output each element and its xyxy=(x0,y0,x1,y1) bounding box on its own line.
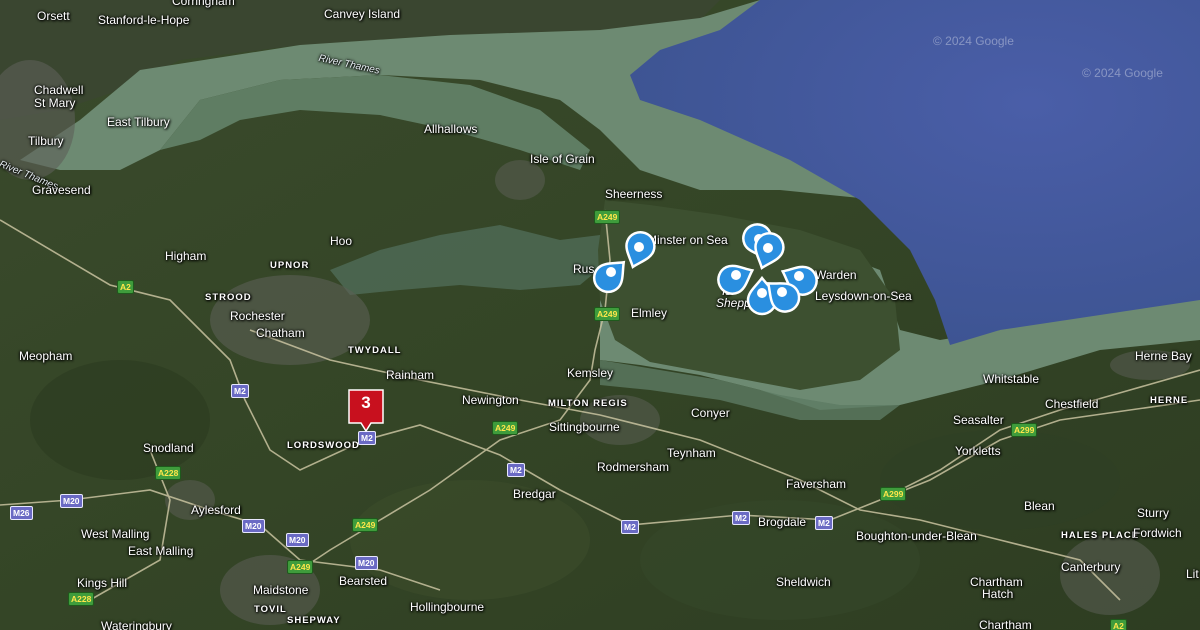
place-label: Warden xyxy=(815,268,857,282)
place-label: Lit xyxy=(1186,567,1199,581)
road-shield: A249 xyxy=(492,421,519,435)
road-shield: M2 xyxy=(507,463,525,477)
place-label: Kings Hill xyxy=(77,576,128,590)
place-label: Sittingbourne xyxy=(549,420,620,434)
place-label: Yorkletts xyxy=(955,444,1001,458)
road-shield: M20 xyxy=(242,519,265,533)
place-label: SHEPWAY xyxy=(287,615,341,626)
road-shield: A2 xyxy=(1110,619,1127,630)
place-label: STROOD xyxy=(205,292,252,303)
road-shield: M2 xyxy=(358,431,376,445)
road-shield: M2 xyxy=(621,520,639,534)
place-label: Kemsley xyxy=(567,366,614,380)
place-label: Allhallows xyxy=(424,122,478,136)
road-shield: M2 xyxy=(815,516,833,530)
road-shield: M20 xyxy=(286,533,309,547)
place-label: Blean xyxy=(1024,499,1055,513)
satellite-map[interactable]: © 2024 Google © 2024 Google River Thames… xyxy=(0,0,1200,630)
place-label: Orsett xyxy=(37,9,70,23)
place-label: Meopham xyxy=(19,349,73,363)
place-label: Fordwich xyxy=(1133,526,1182,540)
place-label: Snodland xyxy=(143,441,194,455)
place-label: Sheerness xyxy=(605,187,663,201)
place-label: TWYDALL xyxy=(348,345,402,356)
place-label: Higham xyxy=(165,249,207,263)
place-label: MILTON REGIS xyxy=(548,398,628,409)
place-label: East Malling xyxy=(128,544,194,558)
place-label: East Tilbury xyxy=(107,115,170,129)
place-label: Rainham xyxy=(386,368,435,382)
place-label: UPNOR xyxy=(270,260,310,271)
place-label: Wateringbury xyxy=(101,619,172,630)
place-label: Corringham xyxy=(172,0,235,8)
map-pin-icon[interactable] xyxy=(762,275,802,315)
road-shield: A249 xyxy=(594,210,621,224)
place-label: Herne Bay xyxy=(1135,349,1192,363)
place-label: Chartham xyxy=(979,618,1032,630)
road-shield: A249 xyxy=(594,307,621,321)
place-label: Seasalter xyxy=(953,413,1004,427)
place-label: Stanford-le-Hope xyxy=(98,13,190,27)
road-shield: M2 xyxy=(231,384,249,398)
place-label: Rochester xyxy=(230,309,285,323)
place-label: Tilbury xyxy=(28,134,64,148)
road-shield: M20 xyxy=(60,494,83,508)
place-label: Leysdown-on-Sea xyxy=(815,289,912,303)
place-label: Whitstable xyxy=(983,372,1040,386)
place-label: Chestfield xyxy=(1045,397,1099,411)
place-label: Faversham xyxy=(786,477,847,491)
place-label: Brogdale xyxy=(758,515,807,529)
place-label: Conyer xyxy=(691,406,730,420)
place-label: Rodmersham xyxy=(597,460,670,474)
place-label: Bearsted xyxy=(339,574,388,588)
place-label: Sheldwich xyxy=(776,575,831,589)
place-label: Isle of Grain xyxy=(530,152,595,166)
road-shield: A228 xyxy=(68,592,95,606)
cluster-marker[interactable]: 3 xyxy=(348,389,384,433)
place-label: Bredgar xyxy=(513,487,556,501)
place-label: West Malling xyxy=(81,527,150,541)
place-label: Maidstone xyxy=(253,583,309,597)
place-label: Aylesford xyxy=(191,503,241,517)
place-label: St Mary xyxy=(34,96,76,110)
road-shield: A299 xyxy=(880,487,907,501)
place-label: Canvey Island xyxy=(324,7,401,21)
map-copyright: © 2024 Google xyxy=(933,34,1014,48)
place-label: Minster on Sea xyxy=(647,233,728,247)
place-label: Hatch xyxy=(982,587,1014,601)
road-shield: A228 xyxy=(155,466,182,480)
road-shield: M26 xyxy=(10,506,33,520)
map-pin-icon[interactable] xyxy=(619,230,659,270)
place-label: Newington xyxy=(462,393,519,407)
place-label: Gravesend xyxy=(32,183,91,197)
place-label: Boughton-under-Blean xyxy=(856,529,977,543)
place-label: Hoo xyxy=(330,234,353,248)
place-label: Hollingbourne xyxy=(410,600,485,614)
place-label: Canterbury xyxy=(1061,560,1121,574)
map-pin-shape xyxy=(766,282,801,313)
road-shield: M20 xyxy=(355,556,378,570)
place-label: Sturry xyxy=(1137,506,1170,520)
road-shield: A249 xyxy=(287,560,314,574)
place-label: HALES PLACE xyxy=(1061,530,1140,541)
road-shield: M2 xyxy=(732,511,750,525)
road-shield: A2 xyxy=(117,280,134,294)
cluster-count: 3 xyxy=(361,393,371,412)
place-label: TOVIL xyxy=(254,604,287,615)
place-label: Elmley xyxy=(631,306,668,320)
road-shield: A249 xyxy=(352,518,379,532)
place-label: HERNE xyxy=(1150,395,1189,406)
map-pin-shape xyxy=(625,231,656,269)
place-label: LORDSWOOD xyxy=(287,440,360,451)
place-label: Chatham xyxy=(256,326,305,340)
place-label: Teynham xyxy=(667,446,716,460)
map-copyright: © 2024 Google xyxy=(1082,66,1163,80)
road-shield: A299 xyxy=(1011,423,1038,437)
